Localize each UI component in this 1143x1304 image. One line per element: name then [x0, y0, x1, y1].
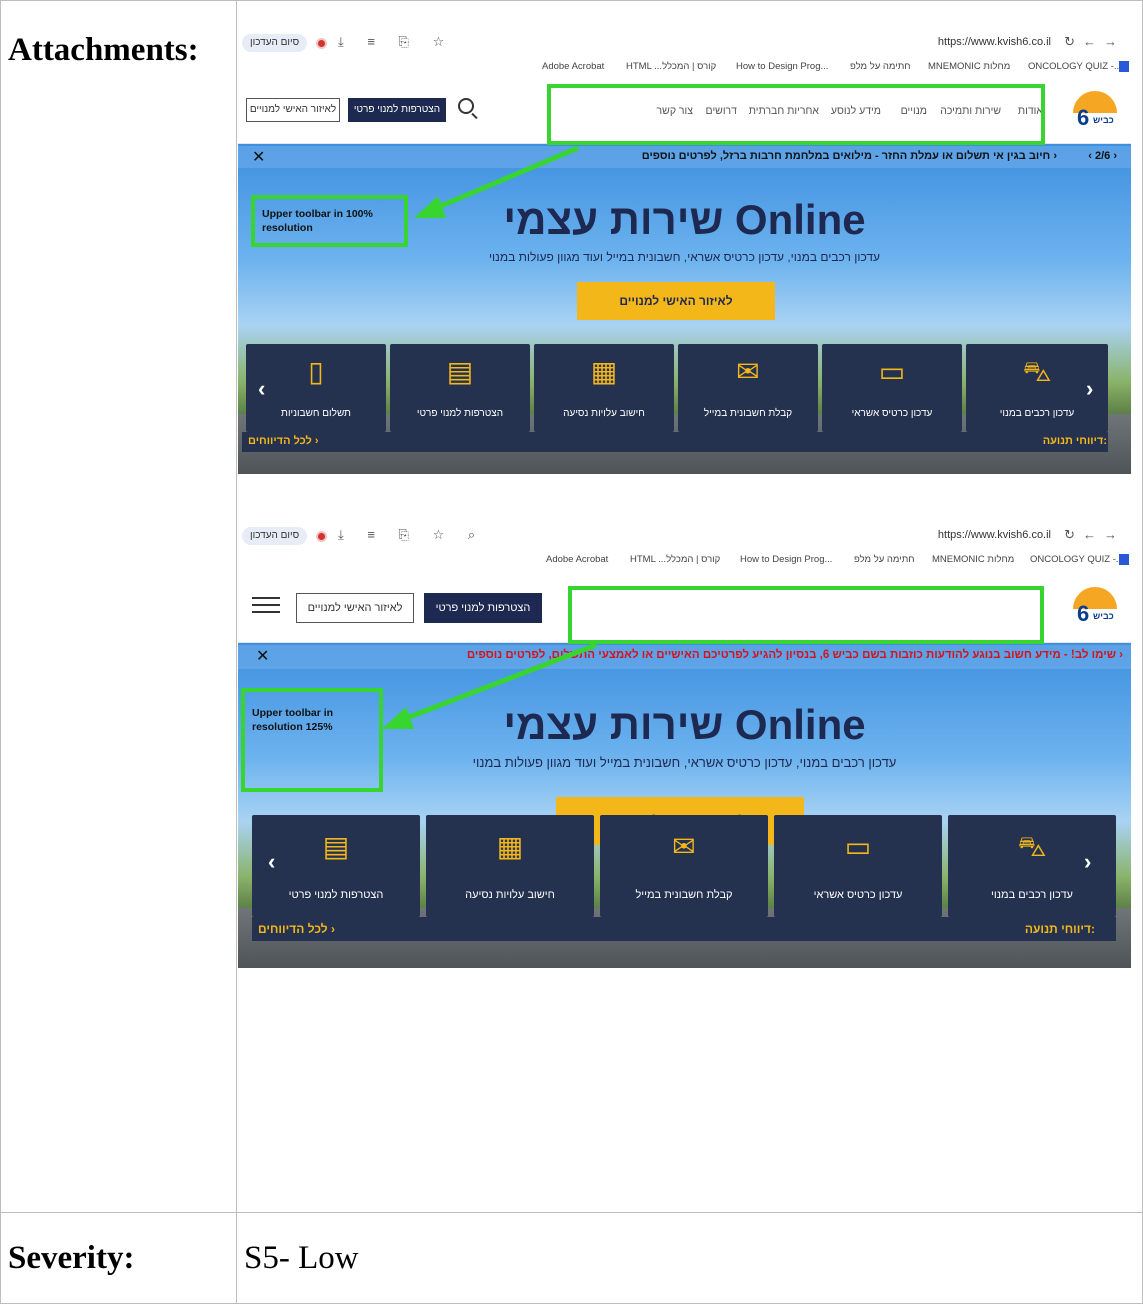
all-reports-link[interactable]: לכל הדיווחים ›	[248, 435, 319, 447]
bookmark-item[interactable]: HTML ...קורס | המכלל	[626, 61, 716, 72]
tile-email-invoice[interactable]: ✉ קבלת חשבונית במייל	[678, 344, 818, 432]
form-icon: ▤	[446, 356, 474, 387]
address-bar[interactable]: https://www.kvish6.co.il	[938, 36, 1051, 48]
highlight-note-box	[241, 688, 383, 792]
phone-icon: ▯	[308, 356, 324, 387]
chevron-left-icon[interactable]: ‹	[268, 849, 275, 875]
tile-trip-cost[interactable]: ▦ חישוב עלויות נסיעה	[426, 815, 594, 917]
nav-arrows-icon[interactable]: ↻←→	[1064, 34, 1125, 50]
record-icon[interactable]	[316, 38, 327, 49]
tile-pay-invoices[interactable]: ▯ תשלום חשבוניות	[246, 344, 386, 432]
envelope-icon: ✉	[736, 356, 760, 387]
reports-strip	[252, 917, 1116, 941]
bookmark-item[interactable]: Adobe Acrobat	[542, 61, 604, 72]
form-icon: ▤	[322, 831, 350, 862]
chevron-right-icon[interactable]: ›	[1084, 849, 1091, 875]
bookmark-item[interactable]: ONCOLOGY QUIZ -...	[1028, 61, 1122, 72]
ticker-text[interactable]: חיוב בגין אי תשלום או עמלת החזר - מילואי…	[642, 150, 1057, 162]
join-private-button[interactable]: הצטרפות למנוי פרטי	[348, 98, 446, 122]
close-icon[interactable]: ✕	[252, 147, 265, 167]
bookmark-flag-icon	[1119, 61, 1129, 72]
bookmark-item[interactable]: How to Design Prog...	[740, 554, 832, 565]
bookmark-item[interactable]: HTML ...קורס | המכלל	[630, 554, 720, 565]
row-divider	[0, 1212, 1143, 1213]
address-bar[interactable]: https://www.kvish6.co.il	[938, 529, 1051, 541]
join-private-button[interactable]: הצטרפות למנוי פרטי	[424, 593, 542, 623]
calculator-icon: ▦	[496, 831, 524, 862]
ticker-text[interactable]: שימו לב! - מידע חשוב בנוגע להודעות כוזבו…	[467, 649, 1123, 661]
kvish6-logo[interactable]: 6 כביש	[1073, 91, 1117, 131]
car-icon: ⛍	[1017, 831, 1047, 862]
finish-update-button[interactable]: סיום העדכון	[242, 34, 308, 52]
credit-card-icon: ▭	[878, 356, 906, 387]
tile-trip-cost[interactable]: ▦ חישוב עלויות נסיעה	[534, 344, 674, 432]
column-divider	[236, 0, 237, 1304]
ticker-pager[interactable]: ‹ 2/6 ›	[1088, 150, 1117, 162]
bookmark-item[interactable]: How to Design Prog...	[736, 61, 828, 72]
tile-credit-card[interactable]: ▭ עדכון כרטיס אשראי	[774, 815, 942, 917]
all-reports-link[interactable]: לכל הדיווחים ›	[258, 922, 335, 936]
close-icon[interactable]: ✕	[256, 646, 269, 666]
tile-email-invoice[interactable]: ✉ קבלת חשבונית במייל	[600, 815, 768, 917]
calculator-icon: ▦	[590, 356, 618, 387]
severity-value: S5- Low	[244, 1240, 359, 1276]
screenshot-125-percent: סיום העדכון ⤓ ≡ ⎘ ☆ ⌕ https://www.kvish6…	[238, 523, 1131, 968]
screenshot-100-percent: סיום העדכון ⤓ ≡ ⎘ ☆ https://www.kvish6.c…	[238, 30, 1131, 474]
attachments-label: Attachments:	[8, 32, 199, 68]
announcement-ticker: ✕ חיוב בגין אי תשלום או עמלת החזר - מילו…	[238, 146, 1131, 168]
toolbar-icons[interactable]: ⤓ ≡ ⎘ ☆	[338, 34, 454, 50]
tile-join-private[interactable]: ▤ הצטרפות למנוי פרטי	[252, 815, 420, 917]
highlight-toolbar-box	[568, 586, 1044, 644]
toolbar-icons[interactable]: ⤓ ≡ ⎘ ☆ ⌕	[338, 527, 485, 543]
finish-update-button[interactable]: סיום העדכון	[242, 527, 308, 545]
bookmark-flag-icon	[1119, 554, 1129, 565]
bookmarks-bar: Adobe Acrobat HTML ...קורס | המכלל How t…	[238, 549, 1131, 571]
credit-card-icon: ▭	[844, 831, 872, 862]
bookmarks-bar: Adobe Acrobat HTML ...קורס | המכלל How t…	[238, 56, 1131, 78]
bookmark-item[interactable]: Adobe Acrobat	[546, 554, 608, 565]
car-icon: ⛍	[1022, 356, 1052, 387]
nav-arrows-icon[interactable]: ↻←→	[1064, 527, 1125, 543]
browser-toolbar: סיום העדכון ⤓ ≡ ⎘ ☆ https://www.kvish6.c…	[238, 30, 1131, 56]
bookmark-item[interactable]: MNEMONIC מחלות	[932, 554, 1014, 565]
highlight-toolbar-box	[547, 84, 1045, 145]
announcement-ticker: ✕ שימו לב! - מידע חשוב בנוגע להודעות כוז…	[238, 645, 1131, 669]
bookmark-item[interactable]: חתימה על מלפ	[854, 554, 915, 565]
bookmark-item[interactable]: MNEMONIC מחלות	[928, 61, 1010, 72]
tile-join-private[interactable]: ▤ הצטרפות למנוי פרטי	[390, 344, 530, 432]
kvish6-logo[interactable]: 6 כביש	[1073, 587, 1117, 627]
record-icon[interactable]	[316, 531, 327, 542]
tile-credit-card[interactable]: ▭ עדכון כרטיס אשראי	[822, 344, 962, 432]
hero-section: ✕ חיוב בגין אי תשלום או עמלת החזר - מילו…	[238, 144, 1131, 474]
traffic-reports-label: דיווחי תנועה:	[1042, 435, 1107, 447]
severity-label: Severity:	[8, 1240, 135, 1276]
personal-area-button[interactable]: לאיזור האישי למנויים	[246, 98, 340, 122]
personal-area-cta[interactable]: לאיזור האישי למנויים	[577, 282, 775, 320]
browser-toolbar: סיום העדכון ⤓ ≡ ⎘ ☆ ⌕ https://www.kvish6…	[238, 523, 1131, 549]
hero-subtitle: עדכון רכבים במנוי, עדכון כרטיס אשראי, חש…	[488, 250, 881, 264]
hamburger-menu-icon[interactable]	[252, 597, 280, 615]
personal-area-button[interactable]: לאיזור האישי למנויים	[296, 593, 414, 623]
reports-strip	[242, 432, 1108, 452]
envelope-icon: ✉	[672, 831, 696, 862]
chevron-right-icon[interactable]: ›	[1086, 376, 1093, 402]
bookmark-item[interactable]: ONCOLOGY QUIZ -...	[1030, 554, 1124, 565]
chevron-left-icon[interactable]: ‹	[258, 376, 265, 402]
search-icon[interactable]	[458, 98, 474, 114]
traffic-reports-label: דיווחי תנועה:	[1024, 922, 1095, 936]
annotation-note: Upper toolbar in 100% resolution	[262, 208, 373, 235]
bookmark-item[interactable]: חתימה על מלפ	[850, 61, 911, 72]
annotation-note: Upper toolbar in resolution 125%	[252, 707, 334, 734]
